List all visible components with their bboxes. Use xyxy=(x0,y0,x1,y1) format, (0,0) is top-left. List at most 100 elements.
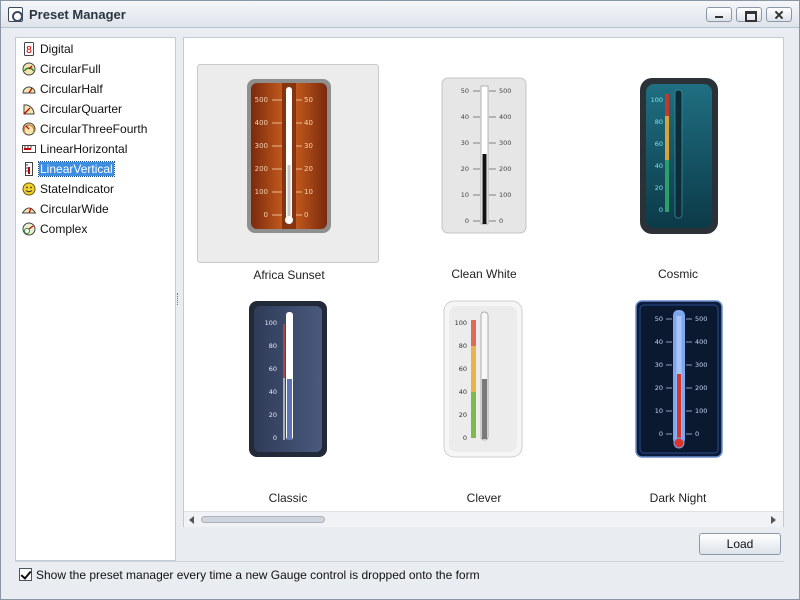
cosmic-tick-4: 20 xyxy=(655,184,663,192)
classic-tick-4: 20 xyxy=(269,411,277,419)
splitter-handle[interactable] xyxy=(177,293,179,305)
digital-gauge-icon: 8 xyxy=(24,42,34,56)
dark-night-gauge-preview: 50 40 30 20 10 0 500 400 300 200 100 0 xyxy=(635,300,723,458)
clever-tick-4: 20 xyxy=(459,411,467,419)
africa-sunset-right-tick-5: 0 xyxy=(304,211,308,219)
preset-tile-clever[interactable]: 100 80 60 40 20 0 Clever xyxy=(393,290,575,505)
preset-tile-dark-night[interactable]: 50 40 30 20 10 0 500 400 300 200 100 0 D… xyxy=(587,290,769,505)
clean-white-gauge-preview: 50 40 30 20 10 0 500 400 300 200 100 0 xyxy=(441,77,527,234)
tree-item-linear-vertical[interactable]: LinearVertical xyxy=(20,160,170,178)
clean-white-right-tick-0: 500 xyxy=(499,87,511,95)
scroll-right-arrow-icon[interactable] xyxy=(771,516,776,524)
tree-item-circular-wide[interactable]: CircularWide xyxy=(20,200,170,218)
africa-sunset-left-tick-4: 100 xyxy=(255,188,268,196)
dark-night-left-tick-0: 50 xyxy=(655,315,663,323)
window-title: Preset Manager xyxy=(29,7,126,22)
africa-sunset-left-tick-1: 400 xyxy=(255,119,268,127)
tree-item-circular-half[interactable]: CircularHalf xyxy=(20,80,170,98)
classic-tick-1: 80 xyxy=(269,342,277,350)
africa-sunset-left-tick-5: 0 xyxy=(264,211,268,219)
preset-label-dark-night: Dark Night xyxy=(649,491,707,505)
preset-label-clever: Clever xyxy=(466,491,502,505)
dark-night-right-tick-3: 200 xyxy=(695,384,707,392)
show-preset-manager-label[interactable]: Show the preset manager every time a new… xyxy=(36,568,480,582)
clean-white-right-tick-5: 0 xyxy=(499,217,503,225)
clever-tick-5: 0 xyxy=(463,434,467,442)
horizontal-scrollbar[interactable] xyxy=(184,511,783,527)
clever-tick-3: 40 xyxy=(459,388,467,396)
clean-white-left-tick-4: 10 xyxy=(461,191,469,199)
dark-night-right-tick-2: 300 xyxy=(695,361,707,369)
africa-sunset-left-tick-0: 500 xyxy=(255,96,268,104)
svg-text:8: 8 xyxy=(26,45,32,56)
clean-white-left-tick-3: 20 xyxy=(461,165,469,173)
preset-label-classic: Classic xyxy=(268,491,308,505)
minimize-button[interactable] xyxy=(706,7,732,22)
africa-sunset-left-tick-2: 300 xyxy=(255,142,268,150)
africa-sunset-right-tick-2: 30 xyxy=(304,142,313,150)
africa-sunset-right-tick-4: 10 xyxy=(304,188,313,196)
dark-night-right-tick-1: 400 xyxy=(695,338,707,346)
close-button[interactable] xyxy=(766,7,792,22)
clean-white-right-tick-1: 400 xyxy=(499,113,511,121)
load-button[interactable]: Load xyxy=(699,533,781,555)
tree-item-linear-horizontal[interactable]: LinearHorizontal xyxy=(20,140,170,158)
gauge-type-tree[interactable]: 8 Digital CircularFull CircularHalf Circ… xyxy=(15,37,176,561)
clever-tick-1: 80 xyxy=(459,342,467,350)
classic-tick-2: 60 xyxy=(269,365,277,373)
preset-tile-cosmic[interactable]: 100 80 60 40 20 0 Cosmic xyxy=(587,64,769,281)
tree-item-state-indicator[interactable]: StateIndicator xyxy=(20,180,170,198)
clever-tick-0: 100 xyxy=(455,319,467,327)
preset-preview-panel: 500 400 300 200 100 0 50 40 30 20 10 0 A… xyxy=(183,37,784,527)
clean-white-left-tick-2: 30 xyxy=(461,139,469,147)
cosmic-tick-1: 80 xyxy=(655,118,663,126)
clean-white-right-tick-3: 200 xyxy=(499,165,511,173)
dark-night-left-tick-4: 10 xyxy=(655,407,663,415)
clean-white-right-tick-4: 100 xyxy=(499,191,511,199)
cosmic-tick-2: 60 xyxy=(655,140,663,148)
africa-sunset-right-tick-0: 50 xyxy=(304,96,313,104)
circular-half-gauge-icon xyxy=(22,86,36,94)
scroll-left-arrow-icon[interactable] xyxy=(189,516,194,524)
tree-item-circular-quarter[interactable]: CircularQuarter xyxy=(20,100,170,118)
show-preset-manager-checkbox[interactable] xyxy=(19,568,32,581)
footer-divider xyxy=(15,561,784,562)
classic-tick-3: 40 xyxy=(269,388,277,396)
preset-tile-classic[interactable]: 100 80 60 40 20 0 Classic xyxy=(197,290,379,505)
state-indicator-icon xyxy=(22,182,36,196)
dark-night-left-tick-2: 30 xyxy=(655,361,663,369)
preset-manager-window: Preset Manager 8 Digital CircularFull Ci… xyxy=(0,0,800,600)
africa-sunset-gauge-preview: 500 400 300 200 100 0 50 40 30 20 10 0 xyxy=(247,79,331,233)
scrollbar-thumb[interactable] xyxy=(201,516,325,523)
cosmic-gauge-preview: 100 80 60 40 20 0 xyxy=(640,78,718,234)
clever-tick-2: 60 xyxy=(459,365,467,373)
linear-horizontal-gauge-icon xyxy=(22,145,36,153)
clean-white-right-tick-2: 300 xyxy=(499,139,511,147)
cosmic-tick-0: 100 xyxy=(651,96,663,104)
dark-night-left-tick-5: 0 xyxy=(659,430,663,438)
title-bar[interactable]: Preset Manager xyxy=(1,1,799,28)
africa-sunset-right-tick-3: 20 xyxy=(304,165,313,173)
clever-gauge-preview: 100 80 60 40 20 0 xyxy=(443,300,523,458)
preset-tile-africa-sunset[interactable]: 500 400 300 200 100 0 50 40 30 20 10 0 A… xyxy=(197,64,379,282)
app-icon xyxy=(8,7,23,22)
linear-vertical-gauge-icon xyxy=(25,162,33,176)
cosmic-tick-3: 40 xyxy=(655,162,663,170)
clean-white-left-tick-5: 0 xyxy=(465,217,469,225)
complex-gauge-icon xyxy=(22,222,36,236)
maximize-button[interactable] xyxy=(736,7,762,22)
clean-white-left-tick-0: 50 xyxy=(461,87,469,95)
dark-night-left-tick-1: 40 xyxy=(655,338,663,346)
circular-quarter-gauge-icon xyxy=(23,104,35,115)
circular-full-gauge-icon xyxy=(22,62,36,76)
tree-item-complex[interactable]: Complex xyxy=(20,220,170,238)
circular-wide-gauge-icon xyxy=(22,207,36,214)
tree-item-digital[interactable]: 8 Digital xyxy=(20,40,170,58)
tree-item-circular-three-fourth[interactable]: CircularThreeFourth xyxy=(20,120,170,138)
preset-label-clean-white: Clean White xyxy=(451,267,517,281)
dark-night-right-tick-5: 0 xyxy=(695,430,699,438)
cosmic-tick-5: 0 xyxy=(659,206,663,214)
preset-label-cosmic: Cosmic xyxy=(657,267,698,281)
tree-item-circular-full[interactable]: CircularFull xyxy=(20,60,170,78)
preset-tile-clean-white[interactable]: 50 40 30 20 10 0 500 400 300 200 100 0 C… xyxy=(393,64,575,281)
